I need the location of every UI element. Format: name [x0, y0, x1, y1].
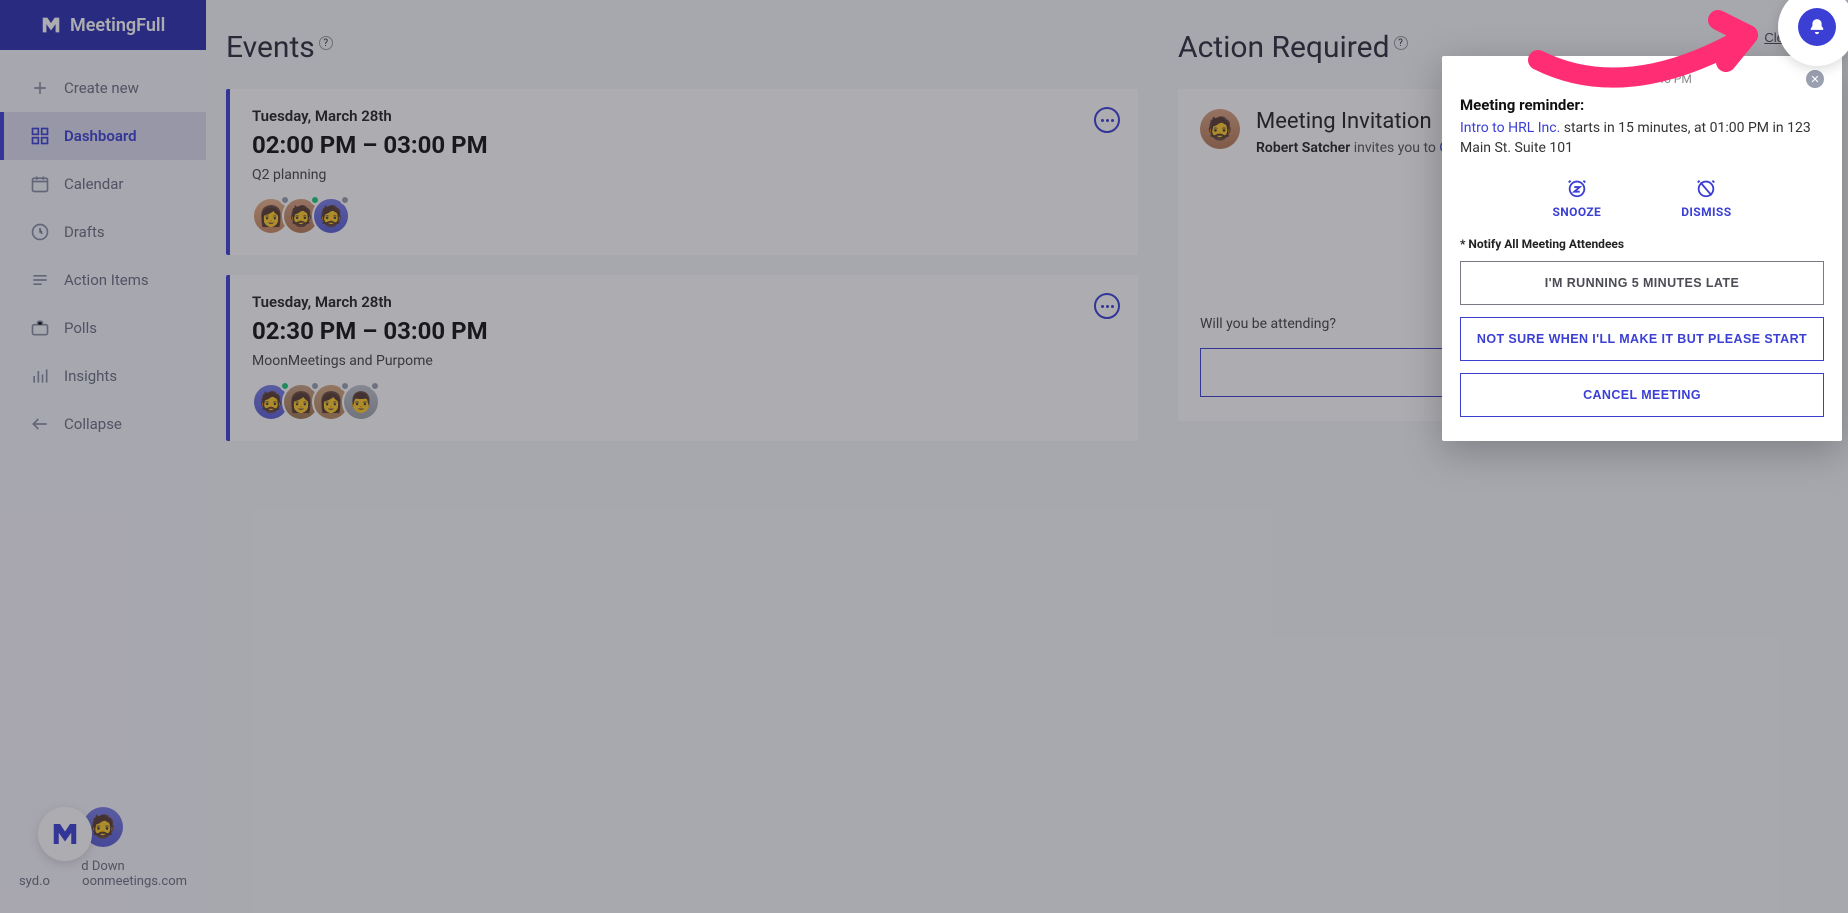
event-card[interactable]: Tuesday, March 28th 02:30 PM – 03:00 PM … [226, 275, 1138, 441]
attendee-avatars: 👩 🧔 🧔 [252, 197, 1116, 235]
info-icon[interactable]: ? [319, 36, 333, 50]
nav: Create new Dashboard Calendar Drafts Act… [0, 50, 206, 448]
briefcase-icon [30, 318, 50, 338]
snooze-button[interactable]: SNOOZE [1553, 177, 1602, 219]
action-subtitle: Robert Satcher invites you to Q2 [1256, 140, 1457, 156]
event-card[interactable]: Tuesday, March 28th 02:00 PM – 03:00 PM … [226, 89, 1138, 255]
event-title: MoonMeetings and Purpome [252, 353, 1116, 369]
floating-logo-badge[interactable] [38, 807, 92, 861]
nav-label: Insights [64, 367, 117, 385]
sidebar-item-polls[interactable]: Polls [0, 304, 206, 352]
event-more-button[interactable] [1094, 293, 1120, 319]
notify-attendees-label: * Notify All Meeting Attendees [1460, 237, 1824, 251]
nav-label: Create new [64, 79, 139, 97]
user-name: d Down [18, 859, 188, 874]
nav-label: Collapse [64, 415, 122, 433]
notification-panel: Today at 12:45 PM ✕ Meeting reminder: In… [1442, 56, 1842, 441]
sidebar-item-drafts[interactable]: Drafts [0, 208, 206, 256]
avatar[interactable]: 👨 [342, 383, 380, 421]
event-title: Q2 planning [252, 167, 1116, 183]
events-heading: Events? [226, 30, 1138, 65]
nav-label: Calendar [64, 175, 124, 193]
clock-icon [30, 222, 50, 242]
event-date: Tuesday, March 28th [252, 107, 1116, 125]
nav-label: Dashboard [64, 127, 137, 145]
calendar-icon [30, 174, 50, 194]
snooze-icon [1566, 177, 1588, 199]
event-time: 02:30 PM – 03:00 PM [252, 317, 1116, 345]
plus-icon [30, 78, 50, 98]
event-more-button[interactable] [1094, 107, 1120, 133]
avatar[interactable]: 🧔 [312, 197, 350, 235]
event-time: 02:00 PM – 03:00 PM [252, 131, 1116, 159]
close-icon[interactable]: ✕ [1806, 70, 1824, 88]
user-email: syd.o oonmeetings.com [18, 874, 188, 889]
grid-icon [30, 126, 50, 146]
reminder-body: Intro to HRL Inc. starts in 15 minutes, … [1460, 118, 1824, 159]
reminder-title: Meeting reminder: [1460, 96, 1824, 114]
sidebar-footer: 🧔 d Down syd.o oonmeetings.com [0, 795, 206, 913]
bars-icon [30, 366, 50, 386]
nav-label: Action Items [64, 271, 149, 289]
arrow-left-icon [30, 414, 50, 434]
brand-icon [50, 819, 80, 849]
alarm-off-icon [1695, 177, 1717, 199]
info-icon[interactable]: ? [1394, 36, 1408, 50]
sidebar: MeetingFull Create new Dashboard Calenda… [0, 0, 206, 913]
sidebar-item-actionitems[interactable]: Action Items [0, 256, 206, 304]
nav-label: Polls [64, 319, 97, 337]
brand-text: MeetingFull [70, 15, 165, 36]
nav-label: Drafts [64, 223, 105, 241]
attendee-avatars: 🧔 👩 👩 👨 [252, 383, 1116, 421]
sidebar-item-calendar[interactable]: Calendar [0, 160, 206, 208]
event-date: Tuesday, March 28th [252, 293, 1116, 311]
sidebar-item-collapse[interactable]: Collapse [0, 400, 206, 448]
brand-logo[interactable]: MeetingFull [0, 0, 206, 50]
panel-timestamp: Today at 12:45 PM ✕ [1460, 72, 1824, 86]
bell-icon [1807, 17, 1827, 37]
brand-icon [40, 14, 62, 36]
sidebar-item-insights[interactable]: Insights [0, 352, 206, 400]
list-icon [30, 270, 50, 290]
sidebar-item-create[interactable]: Create new [0, 64, 206, 112]
cancel-meeting-button[interactable]: CANCEL MEETING [1460, 373, 1824, 417]
dismiss-button[interactable]: DISMISS [1681, 177, 1731, 219]
reminder-meeting-link[interactable]: Intro to HRL Inc. [1460, 120, 1560, 136]
action-title: Meeting Invitation [1256, 109, 1457, 134]
please-start-button[interactable]: NOT SURE WHEN I'LL MAKE IT BUT PLEASE ST… [1460, 317, 1824, 361]
sidebar-item-dashboard[interactable]: Dashboard [0, 112, 206, 160]
events-column: Events? Tuesday, March 28th 02:00 PM – 0… [226, 30, 1138, 883]
running-late-button[interactable]: I'M RUNNING 5 MINUTES LATE [1460, 261, 1824, 305]
inviter-avatar[interactable]: 🧔 [1200, 109, 1240, 149]
